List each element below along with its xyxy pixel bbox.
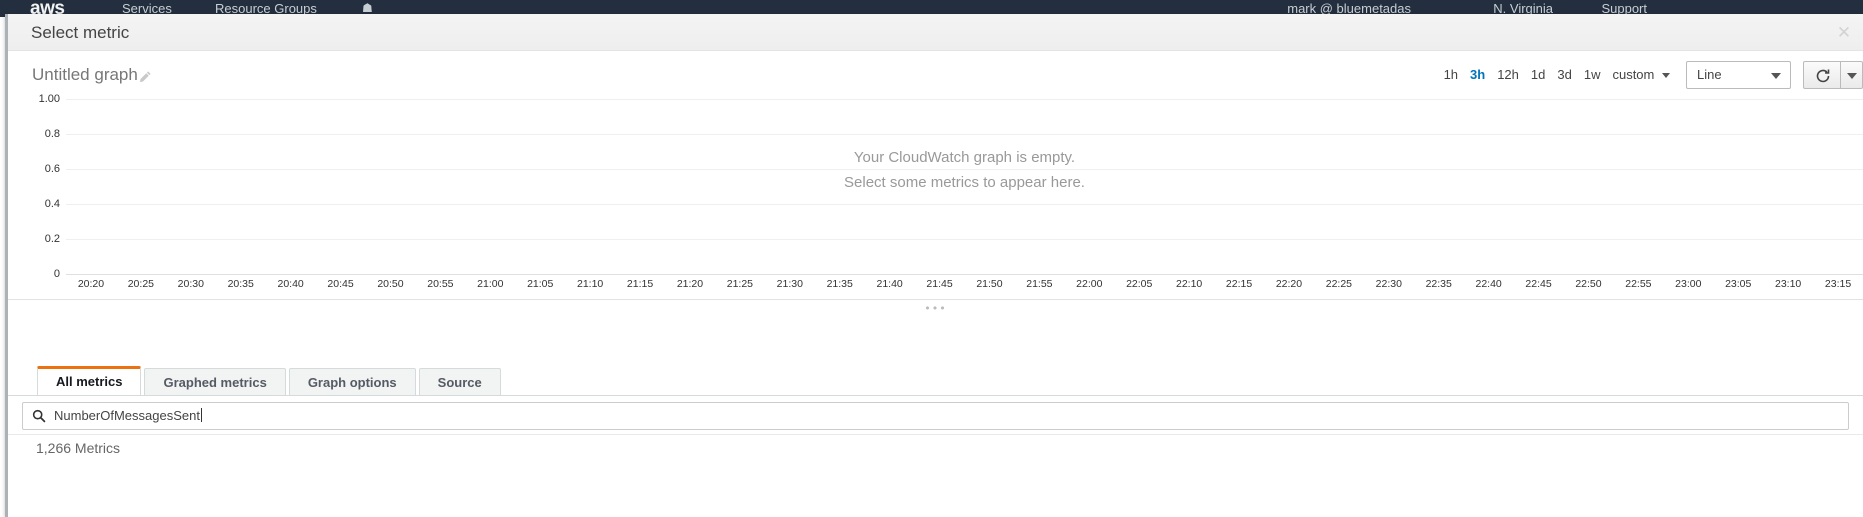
y-axis-tick-label: 0 [53,268,60,280]
x-axis-tick-label: 20:25 [127,278,154,290]
x-axis-tick-label: 20:35 [227,278,254,290]
x-axis-tick-label: 21:55 [1026,278,1053,290]
metric-count-label: 1,266 Metrics [36,440,121,456]
chevron-down-icon [1771,73,1781,79]
x-axis-tick-label: 21:20 [676,278,704,290]
range-custom-label: custom [1612,67,1655,82]
search-input-value: NumberOfMessagesSent [54,408,202,423]
select-metric-modal: Select metric ✕ Untitled graph 1h 3h 12h… [5,14,1863,517]
chart-type-value: Line [1697,67,1722,82]
x-axis-tick-label: 20:45 [327,278,354,290]
x-axis-tick-label: 20:50 [377,278,404,290]
chart-plot-wrapper: 1.00 0.8 0.6 0.4 0.2 0 Your CloudWatch graph … [8,93,1863,299]
empty-graph-message: Your CloudWatch graph is empty. Select s… [66,145,1863,195]
gridline [66,204,1863,205]
pencil-icon[interactable] [138,70,152,84]
x-axis-tick-label: 21:50 [976,278,1003,290]
x-axis-tick-label: 23:15 [1824,278,1852,290]
x-axis-tick-label: 23:10 [1774,278,1802,290]
gridline [66,239,1863,240]
x-axis-tick-label: 20:55 [427,278,454,290]
y-axis-tick-label: 0.4 [44,198,60,210]
search-icon [32,409,46,423]
x-axis-tick-label: 21:45 [926,278,953,290]
x-axis-tick-label: 20:30 [177,278,204,290]
chevron-down-icon [1662,73,1670,79]
bell-icon[interactable]: ☗ [362,1,373,15]
gridline [66,134,1863,135]
plot-area: Your CloudWatch graph is empty. Select s… [66,99,1863,275]
modal-header: Select metric ✕ [8,14,1863,51]
x-axis: 20:20 20:25 20:30 20:35 20:40 20:45 20:50 20:55… [66,276,1863,296]
graph-resize-row: ••• [8,299,1863,317]
search-input[interactable]: NumberOfMessagesSent [22,402,1849,430]
range-btn-3h[interactable]: 3h [1464,60,1491,90]
x-axis-tick-label: 21:05 [527,278,554,290]
x-axis-tick-label: 20:20 [77,278,105,290]
x-axis-tick-label: 22:30 [1375,278,1402,290]
refresh-button[interactable] [1803,61,1841,89]
x-axis-tick-label: 22:00 [1076,278,1103,290]
tab-all-metrics[interactable]: All metrics [37,366,142,396]
modal-title: Select metric [31,23,130,42]
range-btn-3d[interactable]: 3d [1551,60,1577,90]
tab-bar: All metrics Graphed metrics Graph option… [8,366,1863,396]
x-axis-tick-label: 22:50 [1575,278,1602,290]
x-axis-tick-label: 22:15 [1225,278,1253,290]
empty-graph-line-1: Your CloudWatch graph is empty. [853,149,1076,166]
empty-graph-line-2: Select some metrics to appear here. [844,174,1085,191]
x-axis-tick-label: 23:00 [1675,278,1702,290]
refresh-options-button[interactable] [1841,61,1863,89]
graph-title[interactable]: Untitled graph [32,65,138,85]
x-axis-tick-label: 22:40 [1475,278,1502,290]
gridline [66,99,1863,100]
tab-graphed-metrics[interactable]: Graphed metrics [144,368,286,396]
x-axis-tick-label: 21:35 [826,278,853,290]
close-icon[interactable]: ✕ [1833,22,1855,44]
x-axis-tick-label: 22:20 [1275,278,1303,290]
x-axis-tick-label: 21:10 [576,278,604,290]
x-axis-tick-label: 23:05 [1725,278,1752,290]
x-axis-tick-label: 22:45 [1525,278,1552,290]
gridline [66,169,1863,170]
x-axis-tick-label: 21:00 [477,278,504,290]
range-controls: 1h 3h 12h 1d 3d 1w custom Line [1438,59,1863,91]
search-row: NumberOfMessagesSent [8,396,1863,434]
search-text: NumberOfMessagesSent [54,408,200,423]
gridline [66,274,1863,275]
y-axis-tick-label: 0.2 [44,233,60,245]
x-axis-tick-label: 21:15 [626,278,654,290]
x-axis-tick-label: 22:25 [1325,278,1353,290]
x-axis-tick-label: 22:10 [1175,278,1203,290]
y-axis-tick-label: 0.6 [44,163,60,175]
text-cursor [200,408,202,422]
x-axis-tick-label: 21:25 [726,278,754,290]
range-btn-12h[interactable]: 12h [1491,60,1525,90]
x-axis-tick-label: 22:35 [1425,278,1452,290]
tab-source[interactable]: Source [418,368,501,396]
chart-type-select[interactable]: Line [1686,61,1791,89]
chevron-down-icon [1847,73,1857,79]
graph-title-row: Untitled graph 1h 3h 12h 1d 3d 1w custom… [8,51,1863,97]
range-custom-button[interactable]: custom [1606,60,1674,90]
y-axis-tick-label: 1.00 [38,93,60,105]
x-axis-tick-label: 22:55 [1625,278,1652,290]
tab-graph-options[interactable]: Graph options [288,368,416,396]
y-axis: 1.00 0.8 0.6 0.4 0.2 0 [8,93,66,280]
x-axis-tick-label: 21:30 [776,278,803,290]
graph-panel: Untitled graph 1h 3h 12h 1d 3d 1w custom… [8,51,1863,366]
result-summary-row: 1,266 Metrics [8,434,1863,462]
x-axis-tick-label: 21:40 [876,278,903,290]
x-axis-tick-label: 22:05 [1126,278,1153,290]
resize-handle[interactable]: ••• [924,302,946,315]
range-btn-1h[interactable]: 1h [1438,60,1464,90]
range-btn-1w[interactable]: 1w [1578,60,1607,90]
y-axis-tick-label: 0.8 [44,128,60,140]
x-axis-tick-label: 20:40 [277,278,304,290]
range-btn-1d[interactable]: 1d [1525,60,1551,90]
